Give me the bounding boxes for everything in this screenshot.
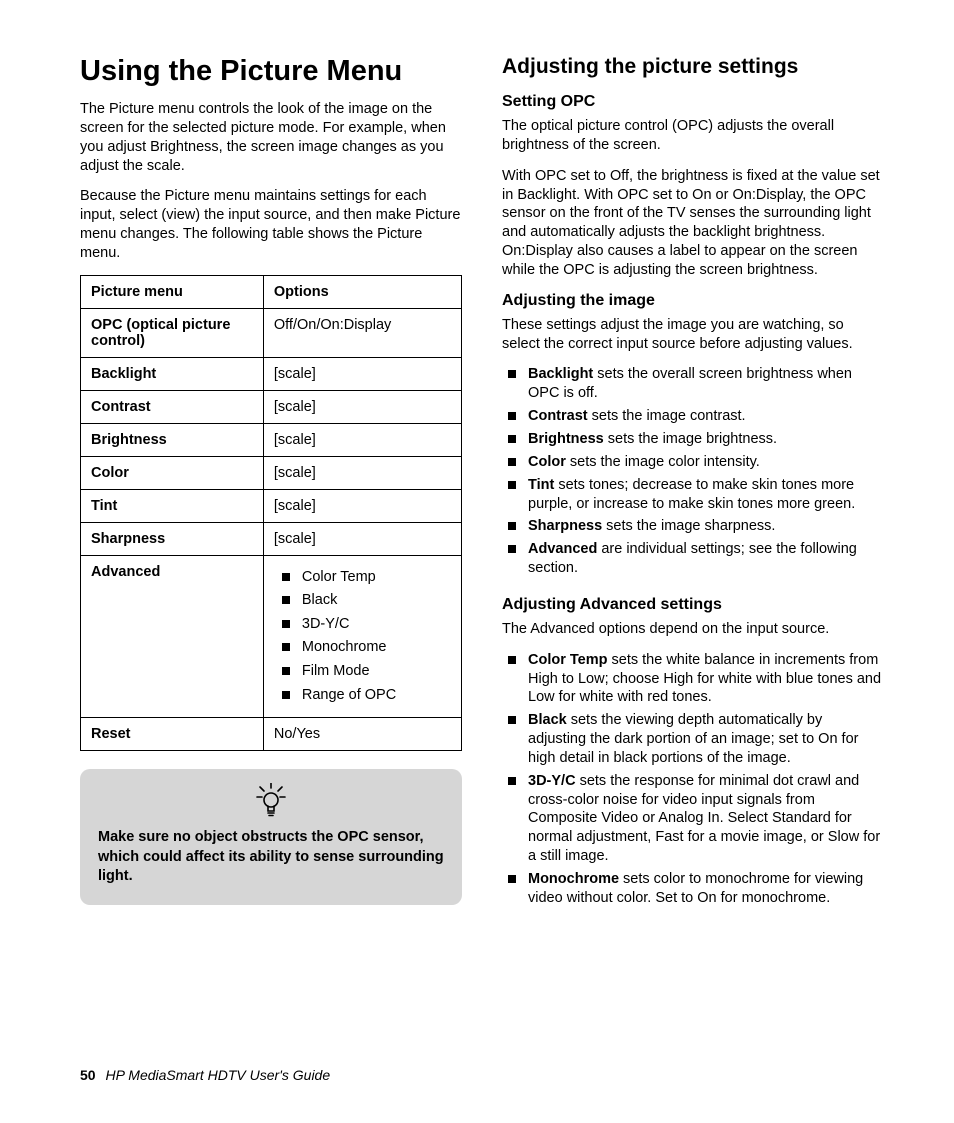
page-footer: 50 HP MediaSmart HDTV User's Guide xyxy=(80,1067,330,1083)
tip-callout: Make sure no object obstructs the OPC se… xyxy=(80,769,462,905)
table-row-option: No/Yes xyxy=(263,718,461,751)
list-item: Range of OPC xyxy=(274,686,451,706)
list-item: 3D-Y/C xyxy=(274,615,451,635)
table-row-name: Tint xyxy=(81,489,264,522)
list-item: Monochrome sets color to monochrome for … xyxy=(502,870,884,908)
table-row-option: Off/On/On:Display xyxy=(263,308,461,357)
definition: sets the viewing depth automatically by … xyxy=(528,712,858,766)
term: Contrast xyxy=(528,408,588,424)
table-row: Contrast [scale] xyxy=(81,390,462,423)
term: Advanced xyxy=(528,541,597,557)
footer-title: HP MediaSmart HDTV User's Guide xyxy=(105,1067,330,1083)
table-row: Color [scale] xyxy=(81,456,462,489)
opc-paragraph-1: The optical picture control (OPC) adjust… xyxy=(502,117,884,155)
list-item: Tint sets tones; decrease to make skin t… xyxy=(502,476,884,514)
table-header-row: Picture menu Options xyxy=(81,275,462,308)
definition: sets the image sharpness. xyxy=(602,518,775,534)
list-item: Film Mode xyxy=(274,662,451,682)
list-item: Brightness sets the image brightness. xyxy=(502,430,884,449)
table-header-col1: Picture menu xyxy=(81,275,264,308)
table-row: Brightness [scale] xyxy=(81,423,462,456)
table-row-name: Color xyxy=(81,456,264,489)
list-item: Monochrome xyxy=(274,638,451,658)
table-row: Backlight [scale] xyxy=(81,357,462,390)
table-row-option: [scale] xyxy=(263,522,461,555)
two-column-layout: Using the Picture Menu The Picture menu … xyxy=(80,55,884,912)
list-item: Sharpness sets the image sharpness. xyxy=(502,517,884,536)
table-row-name: Reset xyxy=(81,718,264,751)
opc-paragraph-2: With OPC set to Off, the brightness is f… xyxy=(502,167,884,280)
subsection-heading-opc: Setting OPC xyxy=(502,93,884,111)
advanced-options-list: Color Temp Black 3D-Y/C Monochrome Film … xyxy=(274,568,451,705)
definition: sets the image contrast. xyxy=(588,408,746,424)
table-row-option: [scale] xyxy=(263,456,461,489)
list-item: Color sets the image color intensity. xyxy=(502,453,884,472)
table-row-name: Sharpness xyxy=(81,522,264,555)
list-item: Black xyxy=(274,591,451,611)
term: Backlight xyxy=(528,366,593,382)
term: 3D-Y/C xyxy=(528,773,576,789)
right-column: Adjusting the picture settings Setting O… xyxy=(502,55,884,912)
term: Tint xyxy=(528,477,554,493)
section-heading: Adjusting the picture settings xyxy=(502,55,884,79)
table-row: OPC (optical picture control) Off/On/On:… xyxy=(81,308,462,357)
subsection-heading-image: Adjusting the image xyxy=(502,292,884,310)
main-heading: Using the Picture Menu xyxy=(80,55,462,88)
advanced-paragraph: The Advanced options depend on the input… xyxy=(502,620,884,639)
intro-paragraph-1: The Picture menu controls the look of th… xyxy=(80,100,462,175)
list-item: Advanced are individual settings; see th… xyxy=(502,540,884,578)
table-row-option-list: Color Temp Black 3D-Y/C Monochrome Film … xyxy=(263,555,461,717)
table-row: Sharpness [scale] xyxy=(81,522,462,555)
left-column: Using the Picture Menu The Picture menu … xyxy=(80,55,462,912)
term: Color xyxy=(528,454,566,470)
list-item: Black sets the viewing depth automatical… xyxy=(502,711,884,768)
tip-icon-row xyxy=(98,783,444,822)
term: Sharpness xyxy=(528,518,602,534)
term: Monochrome xyxy=(528,871,619,887)
table-row-name: Advanced xyxy=(81,555,264,717)
page-number: 50 xyxy=(80,1067,96,1083)
term: Color Temp xyxy=(528,652,607,668)
definition: sets tones; decrease to make skin tones … xyxy=(528,477,855,512)
definition: sets the image brightness. xyxy=(604,431,777,447)
table-row-name: Backlight xyxy=(81,357,264,390)
subsection-heading-advanced: Adjusting Advanced settings xyxy=(502,596,884,614)
list-item: Color Temp xyxy=(274,568,451,588)
intro-paragraph-2: Because the Picture menu maintains setti… xyxy=(80,187,462,262)
table-row-option: [scale] xyxy=(263,357,461,390)
list-item: Color Temp sets the white balance in inc… xyxy=(502,651,884,708)
table-row: Reset No/Yes xyxy=(81,718,462,751)
table-row-name: OPC (optical picture control) xyxy=(81,308,264,357)
table-header-col2: Options xyxy=(263,275,461,308)
definition: sets the response for minimal dot crawl … xyxy=(528,773,880,864)
table-row-advanced: Advanced Color Temp Black 3D-Y/C Monochr… xyxy=(81,555,462,717)
table-row-option: [scale] xyxy=(263,390,461,423)
picture-menu-table: Picture menu Options OPC (optical pictur… xyxy=(80,275,462,751)
table-row-option: [scale] xyxy=(263,489,461,522)
advanced-settings-list: Color Temp sets the white balance in inc… xyxy=(502,651,884,908)
tip-text: Make sure no object obstructs the OPC se… xyxy=(98,828,444,887)
list-item: 3D-Y/C sets the response for minimal dot… xyxy=(502,772,884,866)
term: Black xyxy=(528,712,567,728)
list-item: Backlight sets the overall screen bright… xyxy=(502,365,884,403)
definition: sets the image color intensity. xyxy=(566,454,760,470)
table-row-option: [scale] xyxy=(263,423,461,456)
image-settings-list: Backlight sets the overall screen bright… xyxy=(502,365,884,577)
lightbulb-icon xyxy=(256,783,286,822)
table-row-name: Contrast xyxy=(81,390,264,423)
image-paragraph: These settings adjust the image you are … xyxy=(502,316,884,354)
list-item: Contrast sets the image contrast. xyxy=(502,407,884,426)
page: Using the Picture Menu The Picture menu … xyxy=(0,0,954,1123)
term: Brightness xyxy=(528,431,604,447)
table-row: Tint [scale] xyxy=(81,489,462,522)
table-row-name: Brightness xyxy=(81,423,264,456)
